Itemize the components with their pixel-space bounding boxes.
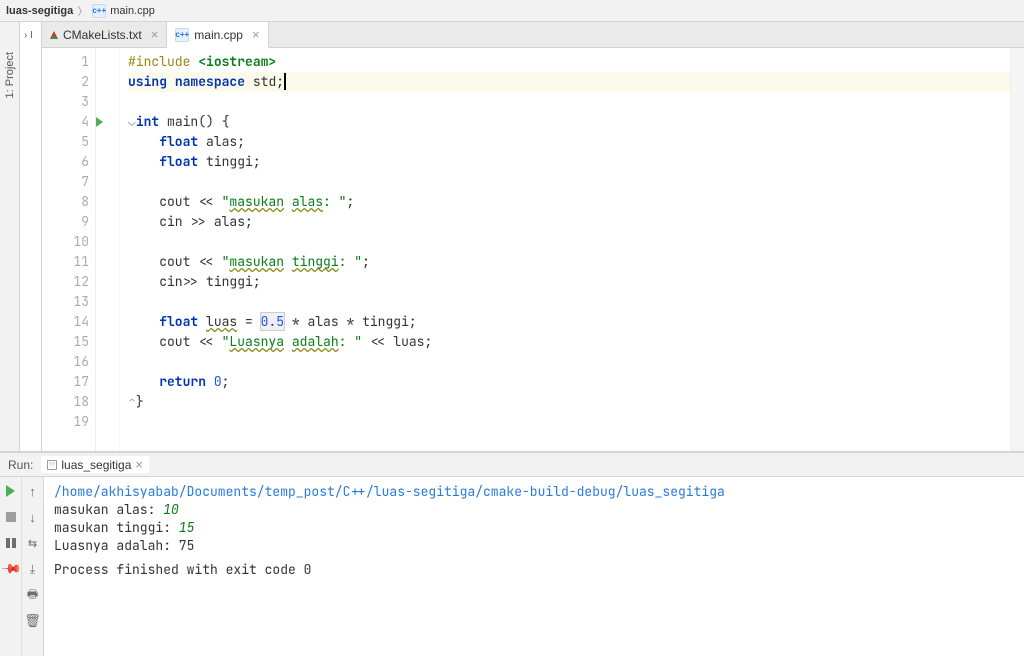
tab-cmakelists[interactable]: CMakeLists.txt × [42,22,167,47]
project-tree-collapsed: › I [20,22,42,451]
run-gutter-icon[interactable] [96,117,103,127]
editor-scrollbar[interactable] [1010,48,1024,451]
pin-button[interactable]: 📌 [0,558,22,581]
soft-wrap-button[interactable]: ⇆ [25,535,41,551]
app-icon [47,460,57,470]
breadcrumb-project[interactable]: luas-segitiga [6,5,73,17]
cmake-icon [50,31,58,39]
tab-main-cpp[interactable]: c++ main.cpp × [167,22,268,48]
line-gutter: 1 2 3 4 5 6 7 8 9 10 11 12 13 14 15 16 1… [42,48,96,451]
expand-tree-icon[interactable]: › I [20,28,41,43]
text-caret [284,73,286,90]
run-controls-left: 📌 [0,477,22,656]
run-controls-right: ↑ ↓ ⇆ ⤓ 🖶 🗑 [22,477,44,656]
tab-label: main.cpp [194,28,243,42]
run-tool-window: Run: luas_segitiga × 📌 ↑ ↓ ⇆ ⤓ 🖶 🗑 /home… [0,452,1024,656]
stop-button[interactable] [3,509,19,525]
breadcrumb-file[interactable]: main.cpp [110,5,155,17]
project-tool-button[interactable]: 1: Project [4,52,16,98]
run-body: 📌 ↑ ↓ ⇆ ⤓ 🖶 🗑 /home/akhisyabab/Documents… [0,477,1024,656]
breadcrumb: luas-segitiga 〉 c++ main.cpp [0,0,1024,22]
code-area[interactable]: 1 2 3 4 5 6 7 8 9 10 11 12 13 14 15 16 1… [42,48,1024,451]
cpp-icon: c++ [175,28,189,42]
run-config-tab[interactable]: luas_segitiga × [41,456,149,473]
rerun-button[interactable] [3,483,19,499]
left-tool-strip: 1: Project [0,22,20,451]
clear-button[interactable]: 🗑 [25,613,41,629]
code-text[interactable]: #include <iostream> using namespace std;… [120,48,1010,451]
close-icon[interactable]: × [135,457,143,472]
editor-tabs: CMakeLists.txt × c++ main.cpp × [42,22,1024,48]
layout-button[interactable] [3,535,19,551]
up-button[interactable]: ↑ [25,483,41,499]
close-icon[interactable]: × [151,27,159,42]
run-title: Run: [8,458,33,472]
editor: CMakeLists.txt × c++ main.cpp × 1 2 3 4 … [42,22,1024,451]
cpp-file-icon: c++ [92,4,106,18]
main-area: 1: Project › I CMakeLists.txt × c++ main… [0,22,1024,452]
tab-label: CMakeLists.txt [63,28,142,42]
run-header: Run: luas_segitiga × [0,453,1024,477]
fold-gutter [96,48,120,451]
breadcrumb-separator: 〉 [77,3,88,19]
down-button[interactable]: ↓ [25,509,41,525]
exec-path: /home/akhisyabab/Documents/temp_post/C++… [54,483,725,500]
scroll-end-button[interactable]: ⤓ [25,561,41,577]
console-output[interactable]: /home/akhisyabab/Documents/temp_post/C++… [44,477,1024,656]
print-button[interactable]: 🖶 [25,587,41,603]
close-icon[interactable]: × [252,27,260,42]
